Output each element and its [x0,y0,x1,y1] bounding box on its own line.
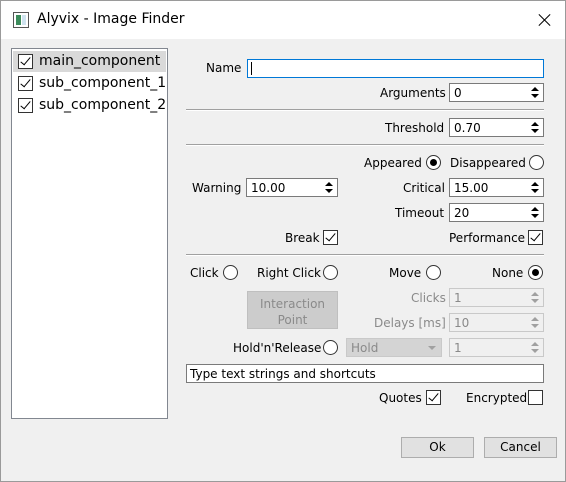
cancel-button[interactable]: Cancel [484,437,557,458]
right-click-label: Right Click [257,266,322,280]
list-item-sub-component-1[interactable]: sub_component_1 [13,73,166,94]
separator [186,144,544,146]
list-item-label: sub_component_1 [39,75,167,91]
click-radio[interactable] [223,265,238,280]
name-label: Name [206,61,242,75]
clicks-label: Clicks [411,291,446,305]
critical-label: Critical [403,181,445,195]
warning-value: 10.00 [251,181,286,195]
disappeared-label: Disappeared [450,156,526,170]
list-item-label: sub_component_2 [39,97,167,113]
arguments-label: Arguments [380,86,446,100]
hold-release-radio[interactable] [323,340,338,355]
hold-release-label: Hold'n'Release [233,341,322,355]
critical-spin-arrows-icon[interactable] [529,180,542,195]
list-item-label: main_component [39,53,161,69]
disappeared-radio[interactable] [529,155,544,170]
encrypted-label: Encrypted [466,391,528,405]
list-item-main-component[interactable]: main_component [13,51,166,72]
threshold-spin-arrows-icon[interactable] [529,120,542,135]
break-label: Break [285,231,320,245]
delays-spinbox[interactable]: 10 [449,313,544,332]
performance-checkbox[interactable] [528,230,543,245]
quotes-label: Quotes [379,391,422,405]
chevron-down-icon [428,346,436,350]
threshold-spinbox[interactable]: 0.70 [449,118,544,137]
appeared-label: Appeared [364,156,422,170]
name-input[interactable] [247,59,544,78]
critical-spinbox[interactable]: 15.00 [449,178,544,197]
critical-value: 15.00 [454,181,489,195]
arguments-value: 0 [454,86,462,100]
list-item-sub-component-2[interactable]: sub_component_2 [13,95,166,116]
window-title: Alyvix - Image Finder [37,11,185,27]
timeout-spin-arrows-icon[interactable] [529,205,542,220]
warning-label: Warning [192,181,242,195]
none-label: None [492,266,524,280]
app-window-icon [13,12,29,28]
arguments-spinbox[interactable]: 0 [449,83,544,102]
move-radio[interactable] [426,265,441,280]
delays-label: Delays [ms] [374,316,446,330]
encrypted-checkbox[interactable] [528,390,543,405]
text-strings-input[interactable]: Type text strings and shortcuts [186,364,544,383]
clicks-spinbox[interactable]: 1 [449,288,544,307]
component-list[interactable]: main_component sub_component_1 sub_compo… [11,48,168,419]
main-component-checkbox[interactable] [18,54,33,69]
hold-spin-value: 1 [454,341,462,355]
timeout-value: 20 [454,206,470,220]
delays-spin-arrows-icon[interactable] [529,315,542,330]
break-checkbox[interactable] [323,230,338,245]
delays-value: 10 [454,316,470,330]
separator [186,109,544,111]
appeared-radio[interactable] [426,155,441,170]
performance-label: Performance [449,231,526,245]
hold-combo-value: Hold [351,341,379,355]
clicks-value: 1 [454,291,462,305]
threshold-label: Threshold [385,121,445,135]
right-click-radio[interactable] [323,265,338,280]
image-finder-window: Alyvix - Image Finder main_component sub… [0,0,566,482]
arguments-spin-arrows-icon[interactable] [529,85,542,100]
sub-component-1-checkbox[interactable] [18,76,33,91]
title-bar: Alyvix - Image Finder [1,1,565,39]
timeout-label: Timeout [395,206,445,220]
warning-spin-arrows-icon[interactable] [323,180,336,195]
ok-button[interactable]: Ok [401,437,474,458]
text-strings-value: Type text strings and shortcuts [190,367,376,381]
quotes-checkbox[interactable] [426,390,441,405]
move-label: Move [389,266,422,280]
warning-spinbox[interactable]: 10.00 [246,178,338,197]
timeout-spinbox[interactable]: 20 [449,203,544,222]
hold-combo[interactable]: Hold [346,338,442,357]
sub-component-2-checkbox[interactable] [18,98,33,113]
hold-spin-arrows-icon[interactable] [529,340,542,355]
none-radio[interactable] [528,265,543,280]
clicks-spin-arrows-icon[interactable] [529,290,542,305]
close-icon[interactable] [530,6,560,34]
hold-spinbox[interactable]: 1 [449,338,544,357]
click-label: Click [190,266,219,280]
threshold-value: 0.70 [454,121,481,135]
separator [186,254,544,256]
interaction-point-button[interactable]: Interaction Point [247,291,338,329]
